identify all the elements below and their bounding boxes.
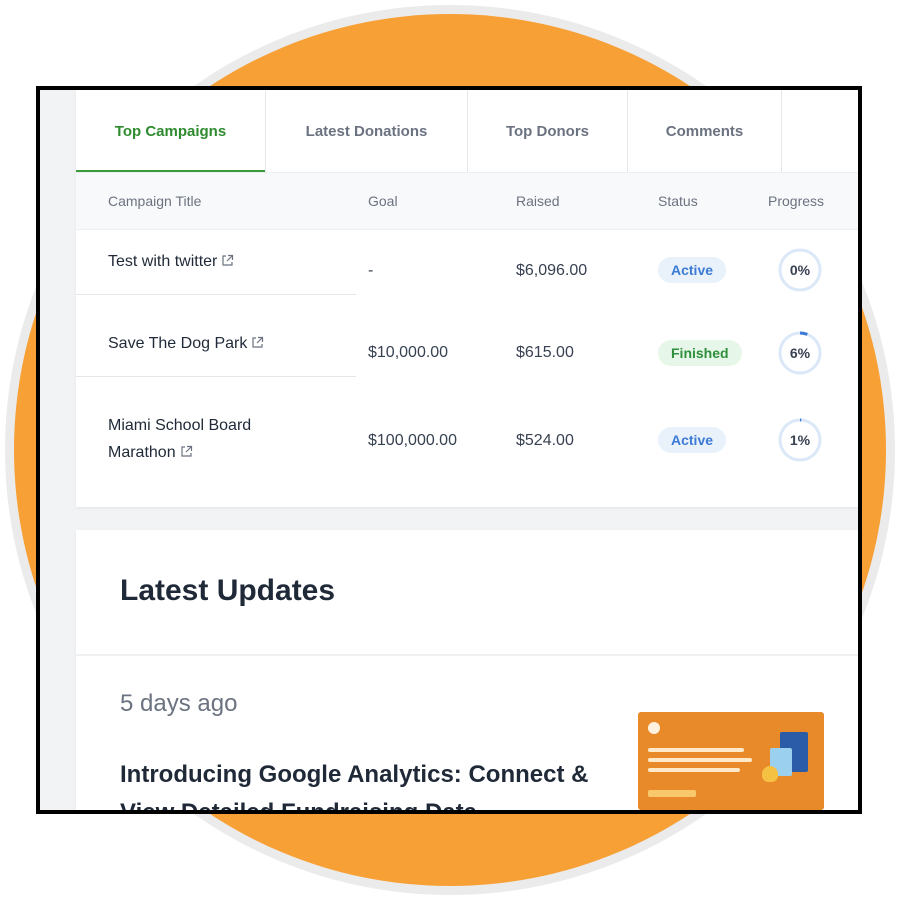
progress-label: 1% <box>789 432 811 448</box>
status-badge: Finished <box>658 340 742 366</box>
table-row: Save The Dog Park $10,000.00 $615.00 Fin… <box>76 312 858 396</box>
campaign-title-line2[interactable]: Marathon <box>108 444 176 461</box>
campaign-goal: - <box>368 262 374 279</box>
update-headline-link[interactable]: Introducing Google Analytics: Connect & … <box>120 756 610 810</box>
update-timestamp: 5 days ago <box>120 690 238 717</box>
external-link-icon[interactable] <box>251 331 264 358</box>
campaign-title[interactable]: Test with twitter <box>108 253 217 270</box>
progress-ring: 6% <box>777 330 823 376</box>
header-raised[interactable]: Raised <box>516 193 560 209</box>
progress-ring: 1% <box>777 417 823 463</box>
update-thumbnail[interactable] <box>638 712 824 810</box>
status-badge: Active <box>658 427 727 453</box>
campaign-title-link[interactable]: Save The Dog Park <box>108 330 264 358</box>
latest-updates-card: Latest Updates 5 days ago Introducing Go… <box>76 530 858 810</box>
campaign-raised: $524.00 <box>516 432 574 449</box>
tab-top-donors[interactable]: Top Donors <box>468 90 628 172</box>
campaigns-card: Top Campaigns Latest Donations Top Donor… <box>76 90 858 507</box>
table-header: Campaign Title Goal Raised Status Progre… <box>76 172 858 230</box>
screenshot-frame: Top Campaigns Latest Donations Top Donor… <box>36 86 862 814</box>
campaign-title-line1[interactable]: Miami School Board <box>108 412 251 439</box>
progress-ring: 0% <box>777 247 823 293</box>
table-row: Test with twitter - $6,096.00 Active 0% <box>76 230 858 312</box>
header-status[interactable]: Status <box>658 193 698 209</box>
table-row: Miami School Board Marathon $100,000.00 … <box>76 396 858 488</box>
external-link-icon[interactable] <box>180 440 193 467</box>
external-link-icon[interactable] <box>221 249 234 276</box>
tab-latest-donations[interactable]: Latest Donations <box>266 90 468 172</box>
thumbnail-text <box>648 748 744 752</box>
campaign-goal: $100,000.00 <box>368 432 457 449</box>
campaign-raised: $615.00 <box>516 344 574 361</box>
thumbnail-logo <box>648 722 660 734</box>
header-progress[interactable]: Progress <box>768 193 824 209</box>
progress-label: 0% <box>789 262 811 278</box>
section-divider <box>76 654 858 656</box>
campaign-title-link[interactable]: Miami School Board Marathon <box>108 412 251 467</box>
row-divider <box>76 294 356 295</box>
progress-label: 6% <box>789 345 811 361</box>
row-divider <box>76 376 356 377</box>
thumbnail-text <box>648 768 740 772</box>
thumbnail-text <box>648 758 752 762</box>
section-title: Latest Updates <box>120 574 336 607</box>
thumbnail-button <box>648 790 696 797</box>
campaign-goal: $10,000.00 <box>368 344 449 361</box>
header-goal[interactable]: Goal <box>368 193 398 209</box>
status-badge: Active <box>658 257 727 283</box>
tab-top-campaigns[interactable]: Top Campaigns <box>76 90 266 172</box>
tab-bar: Top Campaigns Latest Donations Top Donor… <box>76 90 858 172</box>
campaign-title-link[interactable]: Test with twitter <box>108 248 234 276</box>
tab-comments[interactable]: Comments <box>628 90 782 172</box>
campaign-raised: $6,096.00 <box>516 262 588 279</box>
header-campaign-title[interactable]: Campaign Title <box>108 193 201 209</box>
bell-icon <box>762 766 778 782</box>
campaign-title[interactable]: Save The Dog Park <box>108 335 247 352</box>
